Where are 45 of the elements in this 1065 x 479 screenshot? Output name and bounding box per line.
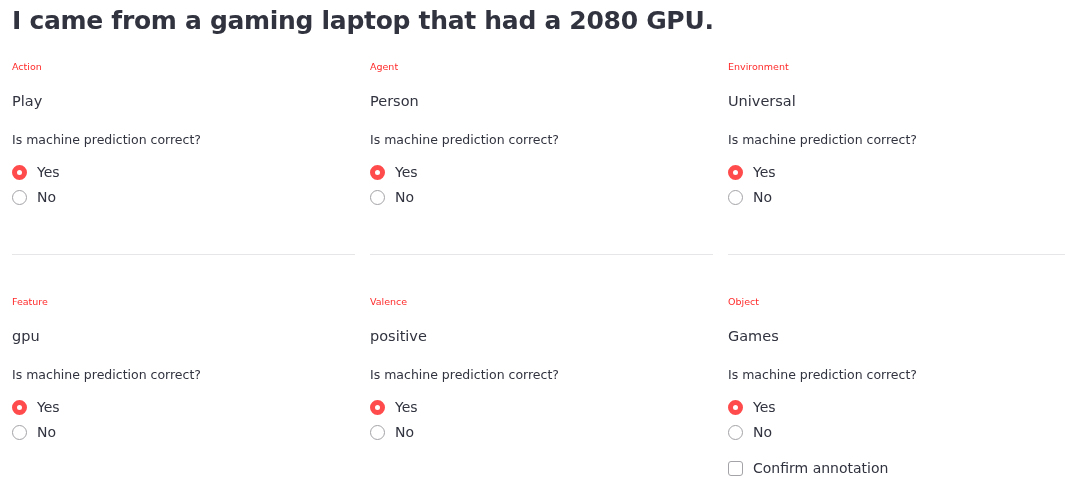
confirm-checkbox[interactable]: Confirm annotation xyxy=(728,460,889,476)
field-label: Feature xyxy=(12,295,49,309)
option-label: No xyxy=(37,423,57,442)
radio-option[interactable]: No xyxy=(12,422,57,442)
option-label: Yes xyxy=(753,163,776,182)
predicted-value: positive xyxy=(370,327,428,346)
radio-option[interactable]: Yes xyxy=(12,397,60,417)
predicted-value: gpu xyxy=(12,327,41,346)
radio-option[interactable]: No xyxy=(370,422,415,442)
field-label: Valence xyxy=(370,295,409,309)
predicted-value: Person xyxy=(370,92,420,111)
option-label: Yes xyxy=(37,398,60,417)
option-label: Yes xyxy=(753,398,776,417)
radio-option[interactable]: No xyxy=(370,187,415,207)
predicted-value: Universal xyxy=(728,92,797,111)
question-text: Is machine prediction correct? xyxy=(728,366,918,384)
predicted-value: Games xyxy=(728,327,780,346)
option-label: Yes xyxy=(395,398,418,417)
radio-option[interactable]: Yes xyxy=(370,397,418,417)
radio-option[interactable]: No xyxy=(728,187,773,207)
option-label: Yes xyxy=(37,163,60,182)
field-label: Object xyxy=(728,295,760,309)
question-text: Is machine prediction correct? xyxy=(370,366,560,384)
radio-option[interactable]: No xyxy=(728,422,773,442)
radio-option[interactable]: Yes xyxy=(728,162,776,182)
radio-option[interactable]: Yes xyxy=(370,162,418,182)
question-text: Is machine prediction correct? xyxy=(12,366,202,384)
predicted-value: Play xyxy=(12,92,44,111)
option-label: No xyxy=(395,188,415,207)
page-title: I came from a gaming laptop that had a 2080 GPU. xyxy=(12,5,715,37)
option-label: No xyxy=(395,423,415,442)
radio-option[interactable]: Yes xyxy=(12,162,60,182)
field-label: Action xyxy=(12,60,43,74)
option-label: No xyxy=(753,423,773,442)
checkbox-label: Confirm annotation xyxy=(753,460,889,476)
question-text: Is machine prediction correct? xyxy=(728,131,918,149)
question-text: Is machine prediction correct? xyxy=(12,131,202,149)
option-label: Yes xyxy=(395,163,418,182)
field-label: Environment xyxy=(728,60,790,74)
option-label: No xyxy=(37,188,57,207)
question-text: Is machine prediction correct? xyxy=(370,131,560,149)
field-label: Agent xyxy=(370,60,400,74)
option-label: No xyxy=(753,188,773,207)
radio-option[interactable]: No xyxy=(12,187,57,207)
radio-option[interactable]: Yes xyxy=(728,397,776,417)
